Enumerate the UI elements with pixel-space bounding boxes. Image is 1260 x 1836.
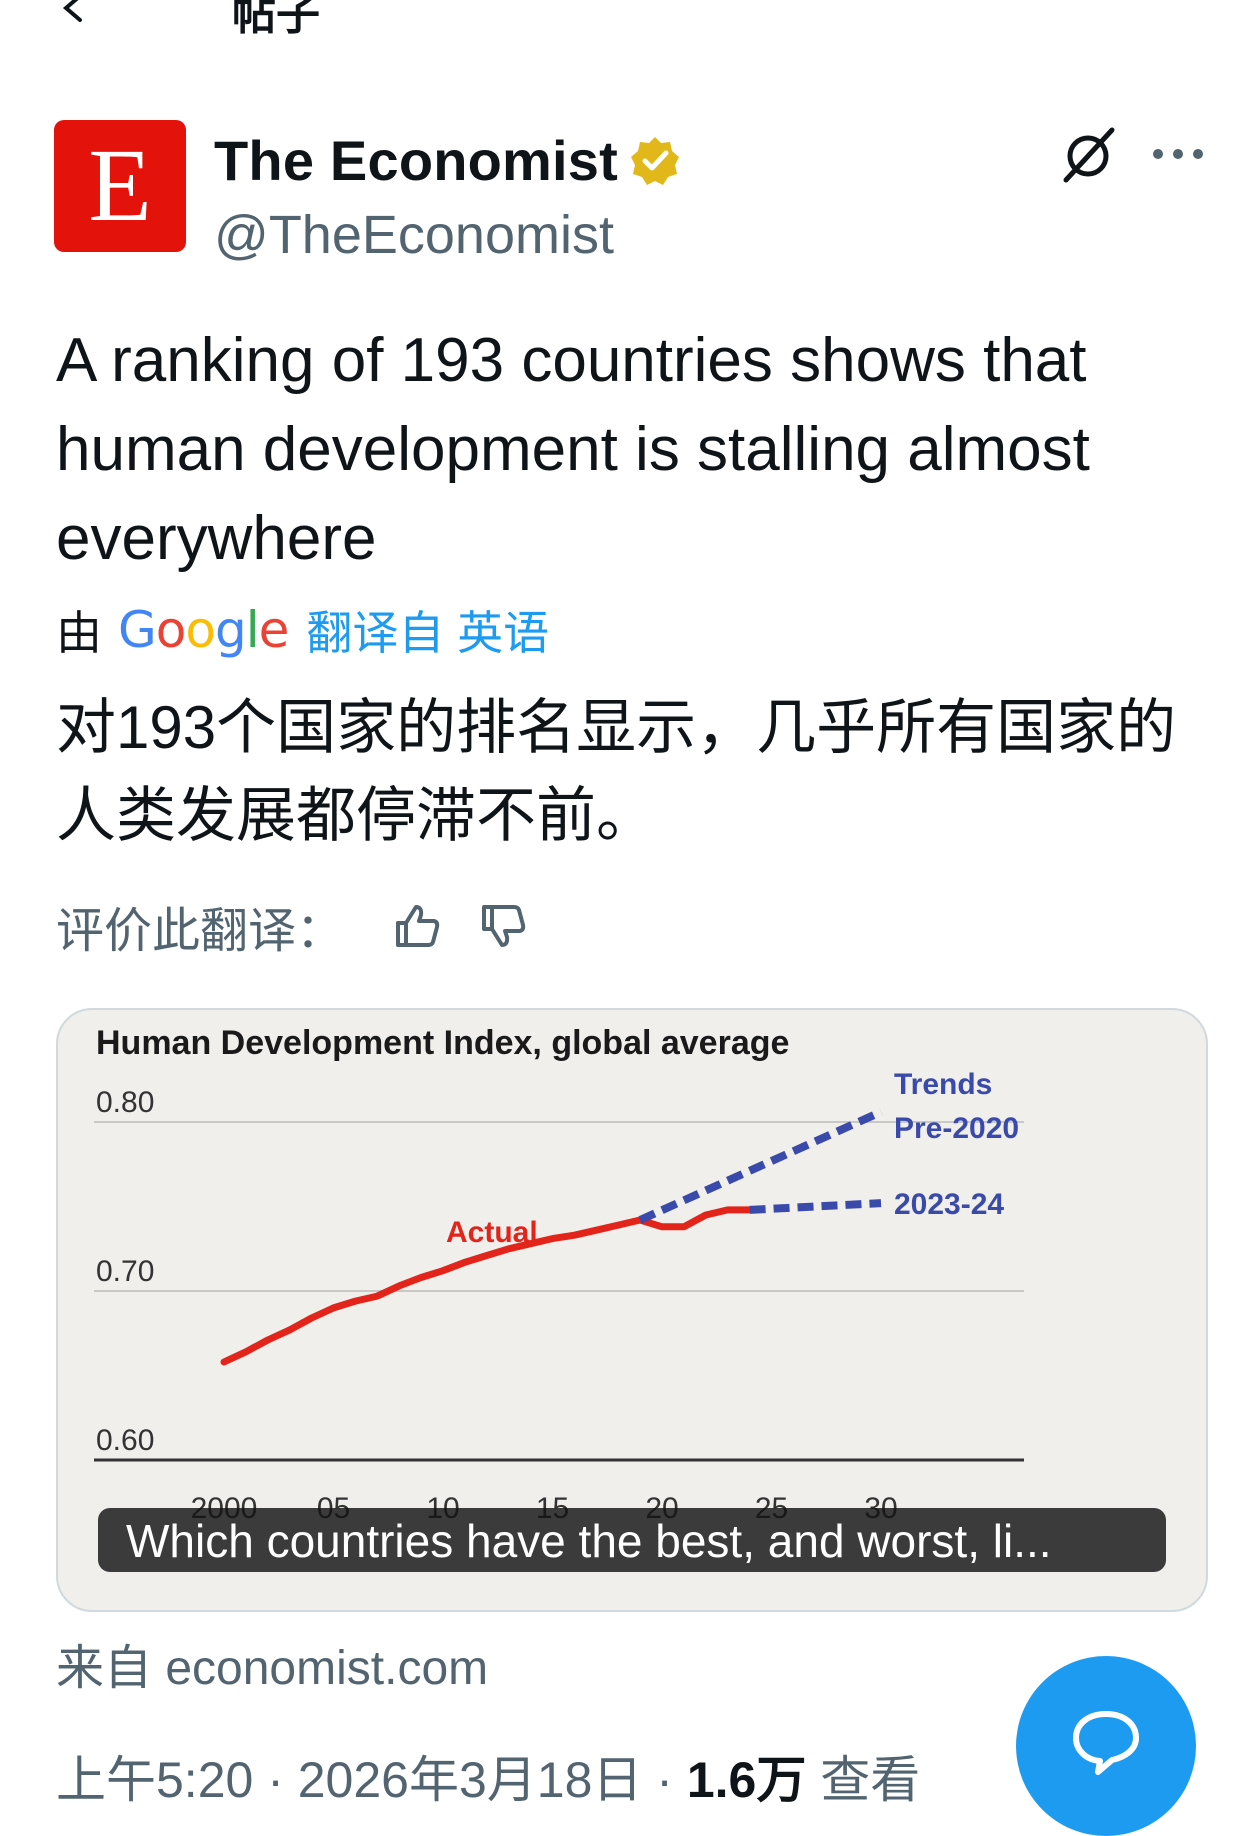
views-count: 1.6万 — [686, 1752, 807, 1808]
grok-icon[interactable] — [1058, 124, 1120, 186]
thumbs-down-icon[interactable] — [478, 901, 528, 951]
rate-translation-row: 评价此翻译： — [56, 896, 564, 958]
back-arrow-icon[interactable] — [56, 0, 96, 30]
by-label: 由 — [56, 607, 102, 659]
rate-translation-label: 评价此翻译： — [56, 905, 345, 958]
y-tick-label: 0.60 — [96, 1424, 154, 1457]
link-card[interactable]: Human Development Index, global average 0… — [56, 1008, 1208, 1612]
timestamp-row: 上午5:20 · 2026年3月18日 · 1.6万 查看 — [56, 1740, 920, 1812]
translation-attribution: 由 Google 翻译自 英语 — [56, 600, 549, 660]
google-logo: Google — [118, 601, 289, 659]
card-caption-bar: Which countries have the best, and worst… — [98, 1508, 1166, 1572]
name-row: The Economist — [214, 128, 682, 193]
card-caption: Which countries have the best, and worst… — [126, 1515, 1052, 1567]
avatar[interactable]: E — [54, 120, 186, 252]
chart-title: Human Development Index, global average — [96, 1024, 789, 1062]
user-handle[interactable]: @TheEconomist — [214, 204, 614, 266]
series-label-2023-24: 2023-24 — [894, 1188, 1004, 1221]
tweet-header: E The Economist @TheEconomist — [0, 120, 1260, 265]
y-tick-label: 0.80 — [96, 1086, 154, 1119]
series-line-2023-24 — [749, 1199, 882, 1214]
display-name[interactable]: The Economist — [214, 128, 618, 193]
legend-heading: Trends — [894, 1068, 992, 1101]
translated-text: 对193个国家的排名显示，几乎所有国家的人类发展都停滞不前。 — [56, 694, 1177, 849]
more-options-icon[interactable] — [1150, 144, 1206, 164]
timestamp[interactable]: 上午5:20 · 2026年3月18日 · — [56, 1752, 687, 1808]
page-title: 帖子 — [232, 0, 320, 39]
source-link[interactable]: 来自 economist.com — [56, 1628, 488, 1698]
compose-reply-button[interactable] — [1016, 1656, 1196, 1836]
verified-badge-icon[interactable] — [628, 134, 682, 188]
y-tick-label: 0.70 — [96, 1255, 154, 1288]
series-label-actual: Actual — [446, 1216, 538, 1249]
series-line-pre-2020 — [638, 1108, 883, 1224]
series-label-pre-2020: Pre-2020 — [894, 1112, 1019, 1145]
tweet-text: A ranking of 193 countries shows that hu… — [56, 326, 1090, 573]
views-label: 查看 — [806, 1752, 921, 1808]
thumbs-up-icon[interactable] — [392, 901, 442, 951]
top-bar: 帖子 — [0, 0, 1260, 40]
translated-from-link[interactable]: 翻译自 英语 — [306, 597, 549, 663]
avatar-letter: E — [88, 128, 152, 243]
